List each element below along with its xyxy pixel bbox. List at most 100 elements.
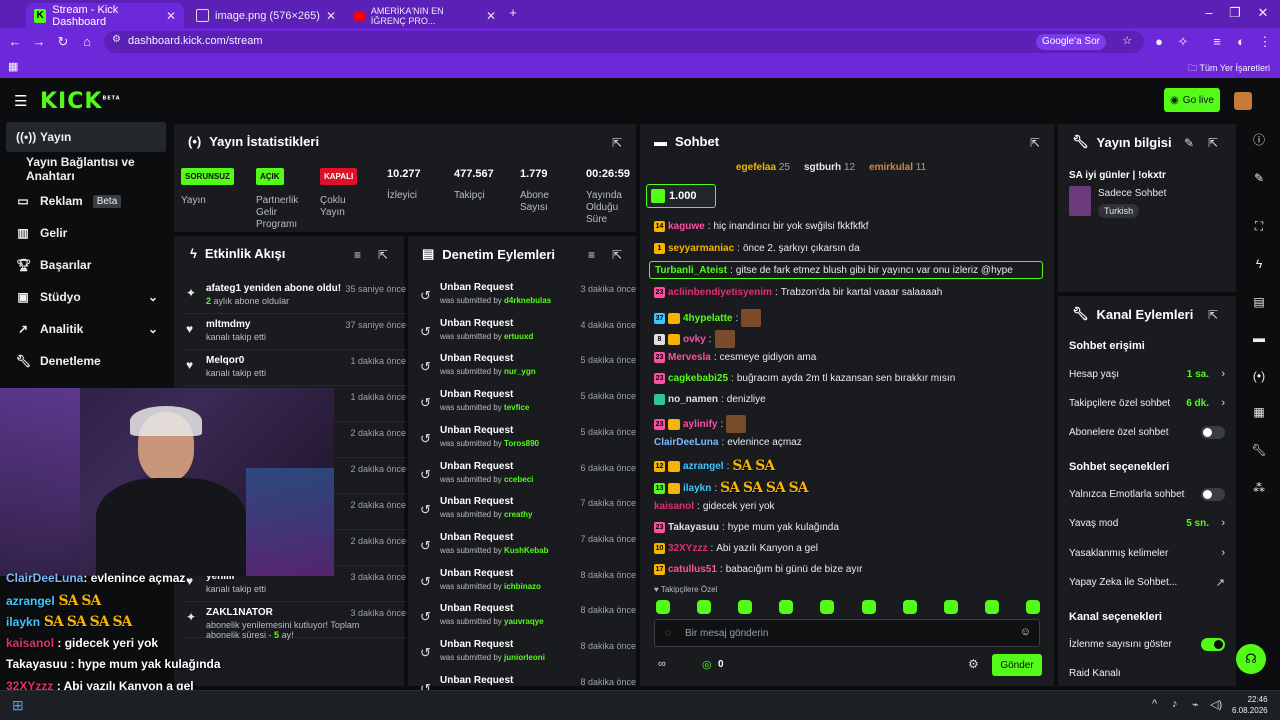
chat-username[interactable]: ovky: [683, 334, 706, 345]
chat-username[interactable]: ilaykn: [683, 483, 711, 494]
moderation-row[interactable]: ↺ Unban Request was submitted by ccebeci 6 …: [418, 461, 636, 497]
chat-username[interactable]: Turbanli_Ateist: [655, 265, 727, 276]
gifter-2[interactable]: sgtburh 12: [804, 162, 855, 173]
site-info-icon[interactable]: ⚙: [112, 34, 121, 45]
view-count-toggle[interactable]: [1201, 638, 1225, 651]
sidebar-item-stream-key[interactable]: Yayın Bağlantısı ve Anahtarı: [16, 154, 176, 184]
chat-message[interactable]: 12 azrangel: SA SA: [654, 458, 775, 474]
sidebar-item-basarilar[interactable]: 🏆︎ Başarılar: [6, 250, 166, 280]
activity-row[interactable]: ♥ mltmdmy kanalı takip etti 37 saniye önce: [184, 316, 406, 350]
chat-message[interactable]: 8 ovky:: [654, 330, 735, 348]
raid-setting[interactable]: Raid Kanalı: [1069, 668, 1225, 679]
tag-chip[interactable]: Turkish: [1098, 204, 1140, 218]
moderation-row[interactable]: ↺ Unban Request was submitted by tevfice 5 …: [418, 389, 636, 425]
minimize-icon[interactable]: –: [1200, 4, 1218, 22]
maximize-icon[interactable]: ❐: [1226, 4, 1244, 22]
chat-message[interactable]: 23 cagkebabi25: buğracım ayda 2m tl kazans…: [654, 373, 955, 384]
chat-message[interactable]: 37 4hypelatte:: [654, 309, 762, 327]
chat-username[interactable]: ClairDeeLuna: [654, 437, 718, 448]
points-icon[interactable]: ∞: [658, 658, 666, 670]
chat-message[interactable]: 1 seyyarmaniac: önce 2. şarkıyı çıkarsın d…: [654, 243, 860, 254]
tab-image[interactable]: image.png (576×265) ✕: [188, 3, 344, 28]
chat-message[interactable]: 13 ilaykn: SA SA SA SA: [654, 480, 809, 496]
avatar[interactable]: [1234, 92, 1252, 110]
network-icon[interactable]: ⌁: [1192, 698, 1199, 711]
chat-message[interactable]: 17 catullus51: babacığım bi günü de bize a…: [654, 564, 862, 575]
chat-username[interactable]: Mervesla: [668, 352, 711, 363]
ai-chat-setting[interactable]: Yapay Zeka ile Sohbet... ↗: [1069, 577, 1225, 589]
sidebar-item-denetleme[interactable]: 🔧︎ Denetleme: [6, 346, 166, 376]
windows-start-icon[interactable]: ⊞: [12, 697, 24, 714]
chat-username[interactable]: azrangel: [683, 461, 724, 472]
tray-chevron-icon[interactable]: ^: [1152, 698, 1157, 710]
emote-picker-icon[interactable]: [697, 600, 712, 614]
activity-row[interactable]: ♥ Melqor0 kanalı takip etti 1 dakika önce: [184, 352, 406, 386]
lightning-icon[interactable]: ϟ: [1249, 254, 1269, 274]
gifter-1[interactable]: egefelaa 25: [736, 162, 790, 173]
chat-message[interactable]: Turbanli_Ateist: gitse de fark etmez blus…: [649, 261, 1043, 279]
home-icon[interactable]: ⌂: [78, 33, 96, 51]
filter-icon[interactable]: ≡: [354, 248, 361, 262]
stats-icon[interactable]: ▦: [1249, 402, 1269, 422]
info-icon[interactable]: ⓘ: [1249, 130, 1269, 150]
moderation-row[interactable]: ↺ Unban Request was submitted by creathy 7 …: [418, 496, 636, 532]
popout-icon[interactable]: ⇱: [612, 136, 622, 150]
filter-icon[interactable]: ≡: [588, 248, 595, 262]
sidebar-item-analitik[interactable]: ↗ Analitik ⌄: [6, 314, 166, 344]
moderation-row[interactable]: ↺ Unban Request was submitted by juniorleo…: [418, 639, 636, 675]
banned-words-setting[interactable]: Yasaklanmış kelimeler ›: [1069, 547, 1225, 559]
popout-icon[interactable]: ⇱: [1208, 136, 1218, 150]
close-icon[interactable]: ✕: [326, 9, 336, 23]
fullscreen-icon[interactable]: ⛶: [1249, 216, 1269, 236]
chat-username[interactable]: Takayasuu: [668, 522, 719, 533]
chat-message[interactable]: kaisanol: gidecek yeri yok: [654, 501, 775, 512]
popout-icon[interactable]: ⇱: [1208, 308, 1218, 322]
sidebar-item-studyo[interactable]: ▣ Stüdyo ⌄: [6, 282, 166, 312]
new-tab-icon[interactable]: +: [504, 4, 522, 22]
sidebar-item-gelir[interactable]: ▥ Gelir: [6, 218, 166, 248]
chat-username[interactable]: no_namen: [668, 394, 718, 405]
popout-icon[interactable]: ⇱: [378, 248, 388, 262]
chat-message[interactable]: 10 32XYzzz: Abi yazılı Kanyon a gel: [654, 543, 818, 554]
emote-only-toggle[interactable]: [1201, 488, 1225, 501]
sidebar-item-yayin[interactable]: ((•)) Yayın: [6, 122, 166, 152]
broadcast-icon[interactable]: (•): [1249, 366, 1269, 386]
emote-picker-icon[interactable]: [1025, 600, 1040, 614]
emote-picker-icon[interactable]: [943, 600, 958, 614]
moderation-row[interactable]: ↺ Unban Request was submitted by yauvraqye…: [418, 603, 636, 639]
chat-username[interactable]: catullus51: [668, 564, 717, 575]
menu-icon[interactable]: ⋮: [1256, 33, 1274, 51]
pinned-goal[interactable]: 1.000: [646, 184, 716, 208]
moderation-row[interactable]: ↺ Unban Request was submitted by nur_ygn 5 …: [418, 353, 636, 389]
chat-settings-gear-icon[interactable]: ⚙: [968, 657, 979, 671]
emoji-icon[interactable]: ☺: [1020, 626, 1031, 638]
chat-username[interactable]: seyyarmaniac: [668, 243, 734, 254]
chat-message[interactable]: ClairDeeLuna: evlenince açmaz: [654, 437, 802, 448]
subs-only-toggle[interactable]: [1201, 426, 1225, 439]
gifter-3[interactable]: emirkulal 11: [869, 162, 926, 173]
chat-message[interactable]: 23 acliinbendiyetisyenim: Trabzon'da bir k…: [654, 287, 942, 298]
chat-input[interactable]: ◌ Bir mesaj gönderin ☺: [654, 619, 1040, 647]
volume-icon[interactable]: ◁): [1210, 698, 1222, 711]
wrench-icon[interactable]: 🔧︎: [1249, 440, 1269, 460]
moderation-row[interactable]: ↺ Unban Request was submitted by Toros890 5…: [418, 425, 636, 461]
kick-logo[interactable]: KICKBETA: [40, 89, 121, 114]
extension-icon[interactable]: ●: [1150, 33, 1168, 51]
emote-picker-icon[interactable]: [984, 600, 999, 614]
sidebar-item-reklam[interactable]: ▭ Reklam Beta: [6, 186, 166, 216]
chat-username[interactable]: acliinbendiyetisyenim: [668, 287, 772, 298]
profile-icon[interactable]: ◐: [1232, 33, 1250, 51]
document-icon[interactable]: ▤: [1249, 292, 1269, 312]
chat-message[interactable]: 14 kaguwe: hiç inandırıcı bir yok swğilsi …: [654, 221, 869, 232]
back-icon[interactable]: ←: [6, 33, 24, 51]
emote-picker-icon[interactable]: [902, 600, 917, 614]
emote-picker-icon[interactable]: [820, 600, 835, 614]
chat-username[interactable]: kaguwe: [668, 221, 705, 232]
chat-message[interactable]: 23 Mervesla: cesmeye gidiyon ama: [654, 352, 816, 363]
apps-grid-icon[interactable]: ▦: [8, 60, 18, 73]
url-field[interactable]: ⚙ dashboard.kick.com/stream Google'a Sor…: [104, 31, 1144, 53]
chat-username[interactable]: cagkebabi25: [668, 373, 728, 384]
chat-bubble-icon[interactable]: ▬: [1249, 328, 1269, 348]
popout-icon[interactable]: ⇱: [1030, 136, 1040, 150]
slow-mode-setting[interactable]: Yavaş mod 5 sn. ›: [1069, 517, 1225, 529]
